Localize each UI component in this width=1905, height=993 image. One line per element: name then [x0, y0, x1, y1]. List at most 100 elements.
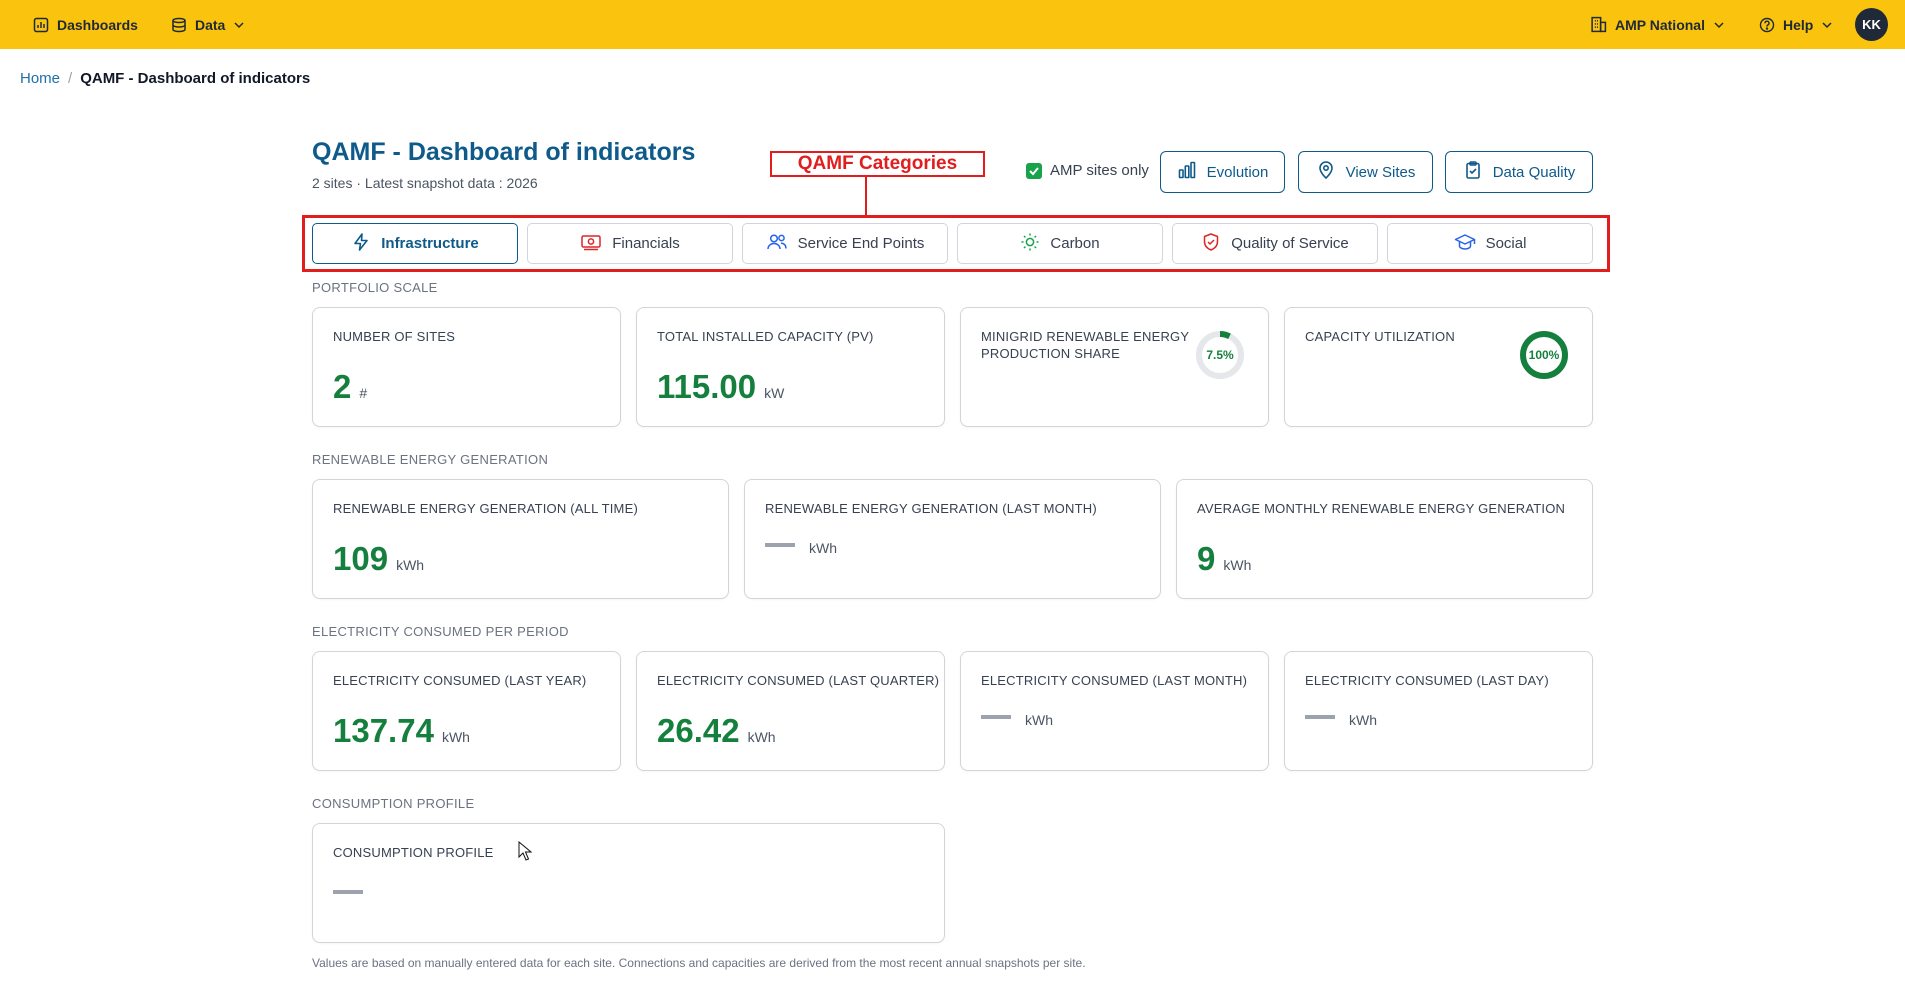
tab-service-end-points[interactable]: Service End Points	[742, 223, 948, 264]
tab-label: Infrastructure	[381, 235, 479, 252]
card-value: 137.74	[333, 712, 434, 749]
money-icon	[580, 232, 602, 256]
tab-carbon[interactable]: Carbon	[957, 223, 1163, 264]
breadcrumb: Home / QAMF - Dashboard of indicators	[20, 70, 310, 87]
tab-label: Service End Points	[797, 235, 925, 252]
view-sites-label: View Sites	[1345, 163, 1416, 181]
tab-financials[interactable]: Financials	[527, 223, 733, 264]
data-quality-label: Data Quality	[1492, 163, 1576, 181]
card-title: ELECTRICITY CONSUMED (LAST DAY)	[1305, 673, 1549, 688]
shield-check-icon	[1201, 232, 1221, 256]
card-value: 109	[333, 540, 389, 577]
organization-menu[interactable]: AMP National	[1590, 0, 1725, 49]
card-value: 2	[333, 368, 352, 405]
card-value: 26.42	[657, 712, 740, 749]
card-title: CONSUMPTION PROFILE	[333, 845, 494, 860]
page-subtitle: 2 sites · Latest snapshot data : 2026	[312, 175, 538, 191]
card-consumed-last-quarter: ELECTRICITY CONSUMED (LAST QUARTER) 26.4…	[636, 651, 945, 771]
tab-label: Financials	[612, 235, 680, 252]
data-menu[interactable]: Data	[171, 0, 245, 49]
tab-label: Carbon	[1050, 235, 1100, 252]
tab-quality-of-service[interactable]: Quality of Service	[1172, 223, 1378, 264]
card-unit: kWh	[747, 729, 776, 745]
graduation-cap-icon	[1454, 232, 1476, 256]
bar-chart-icon	[1177, 160, 1197, 184]
evolution-label: Evolution	[1206, 163, 1269, 181]
bar-chart-icon	[33, 17, 49, 33]
card-value: 9	[1197, 540, 1216, 577]
card-unit: kWh	[809, 540, 837, 556]
breadcrumb-home-link[interactable]: Home	[20, 70, 60, 87]
card-title: RENEWABLE ENERGY GENERATION (ALL TIME)	[333, 501, 638, 516]
card-generation-average-monthly: AVERAGE MONTHLY RENEWABLE ENERGY GENERAT…	[1176, 479, 1593, 599]
user-avatar[interactable]: KK	[1855, 8, 1888, 41]
tab-infrastructure[interactable]: Infrastructure	[312, 223, 518, 264]
card-title: TOTAL INSTALLED CAPACITY (PV)	[657, 329, 874, 344]
tab-label: Social	[1485, 235, 1527, 252]
section-label-consumption-profile: CONSUMPTION PROFILE	[312, 796, 475, 811]
view-sites-button[interactable]: View Sites	[1298, 151, 1433, 193]
card-value: 115.00	[657, 368, 757, 405]
annotation-label: QAMF Categories	[770, 151, 985, 177]
users-icon	[766, 232, 788, 256]
utilization-gauge-value: 100%	[1529, 348, 1560, 362]
card-unit: kW	[764, 385, 785, 401]
card-title: ELECTRICITY CONSUMED (LAST QUARTER)	[657, 673, 940, 688]
utilization-donut-gauge: 100%	[1520, 331, 1568, 379]
no-data-dash	[981, 715, 1011, 719]
tab-label: Quality of Service	[1231, 235, 1349, 252]
breadcrumb-current: QAMF - Dashboard of indicators	[80, 70, 311, 87]
card-title-line: MINIGRID RENEWABLE ENERGY	[981, 329, 1190, 344]
card-title: NUMBER OF SITES	[333, 329, 456, 344]
checkbox-checked-icon[interactable]	[1026, 162, 1042, 179]
footnote: Values are based on manually entered dat…	[312, 956, 1086, 970]
card-capacity-utilization: CAPACITY UTILIZATION 100%	[1284, 307, 1593, 427]
chevron-down-icon	[1713, 19, 1725, 31]
mouse-cursor-icon	[518, 841, 532, 861]
card-generation-last-month: RENEWABLE ENERGY GENERATION (LAST MONTH)…	[744, 479, 1161, 599]
card-title: MINIGRID RENEWABLE ENERGY PRODUCTION SHA…	[981, 328, 1189, 362]
chevron-down-icon	[1821, 19, 1833, 31]
section-label-renewable-generation: RENEWABLE ENERGY GENERATION	[312, 452, 549, 467]
bolt-icon	[351, 232, 371, 256]
no-data-dash	[333, 890, 363, 894]
card-unit: kWh	[441, 729, 470, 745]
card-total-installed-capacity: TOTAL INSTALLED CAPACITY (PV) 115.00 kW	[636, 307, 945, 427]
help-label: Help	[1783, 16, 1814, 33]
card-number-of-sites: NUMBER OF SITES 2 #	[312, 307, 621, 427]
annotation-connector	[865, 177, 867, 215]
map-pin-icon	[1316, 160, 1336, 184]
no-data-dash	[765, 543, 795, 547]
building-icon	[1590, 16, 1607, 33]
card-consumed-last-day: ELECTRICITY CONSUMED (LAST DAY) kWh	[1284, 651, 1593, 771]
database-icon	[171, 17, 187, 33]
card-title: CAPACITY UTILIZATION	[1305, 329, 1455, 344]
data-label: Data	[195, 16, 226, 33]
amp-sites-only-toggle[interactable]: AMP sites only	[1026, 162, 1149, 179]
evolution-button[interactable]: Evolution	[1160, 151, 1285, 193]
card-consumed-last-month: ELECTRICITY CONSUMED (LAST MONTH) kWh	[960, 651, 1269, 771]
card-title: RENEWABLE ENERGY GENERATION (LAST MONTH)	[765, 501, 1097, 516]
card-unit: #	[359, 385, 368, 401]
share-gauge-value: 7.5%	[1206, 348, 1234, 362]
breadcrumb-separator: /	[68, 70, 73, 87]
card-unit: kWh	[1349, 712, 1377, 728]
chevron-down-icon	[233, 19, 245, 31]
amp-sites-only-label: AMP sites only	[1050, 162, 1149, 179]
card-unit: kWh	[1223, 557, 1252, 573]
tab-social[interactable]: Social	[1387, 223, 1593, 264]
section-label-portfolio-scale: PORTFOLIO SCALE	[312, 280, 438, 295]
organization-label: AMP National	[1615, 16, 1705, 33]
sun-icon	[1020, 232, 1040, 256]
data-quality-button[interactable]: Data Quality	[1445, 151, 1593, 193]
no-data-dash	[1305, 715, 1335, 719]
card-consumption-profile: CONSUMPTION PROFILE	[312, 823, 945, 943]
card-consumed-last-year: ELECTRICITY CONSUMED (LAST YEAR) 137.74 …	[312, 651, 621, 771]
card-title: ELECTRICITY CONSUMED (LAST YEAR)	[333, 673, 587, 688]
section-label-electricity-consumed: ELECTRICITY CONSUMED PER PERIOD	[312, 624, 569, 639]
help-menu[interactable]: Help	[1759, 0, 1833, 49]
card-title: AVERAGE MONTHLY RENEWABLE ENERGY GENERAT…	[1197, 501, 1566, 516]
question-circle-icon	[1759, 17, 1775, 33]
dashboards-menu[interactable]: Dashboards	[33, 0, 138, 49]
top-nav-bar: Dashboards Data AMP National Help KK	[0, 0, 1905, 49]
